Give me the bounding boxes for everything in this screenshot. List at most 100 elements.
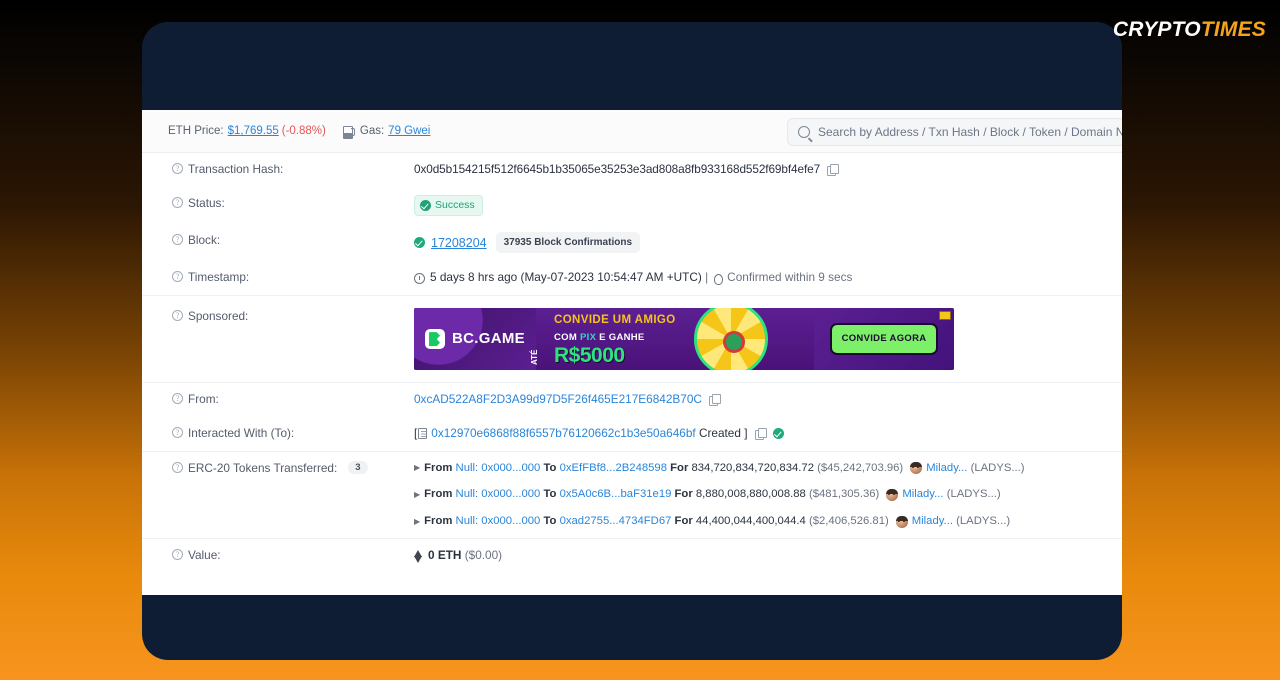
ad-subline-post: E GANHE: [596, 331, 645, 343]
row-timestamp: ? Timestamp: 5 days 8 hrs ago (May-07-20…: [142, 261, 1122, 297]
value-transaction-hash: 0x0d5b154215f512f6645b1b35065e35253e3ad8…: [414, 161, 840, 179]
transfer-amount: 834,720,834,720,834.72: [691, 461, 814, 474]
erc20-count-badge: 3: [348, 460, 368, 474]
ad-subline: COM PIX E GANHE: [554, 331, 814, 345]
expand-caret-icon[interactable]: ▶: [414, 462, 420, 474]
label-sponsored: ? Sponsored:: [172, 308, 414, 323]
ad-cta-button[interactable]: CONVIDE AGORA: [829, 323, 939, 356]
ad-ate-text: ATÉ: [530, 349, 539, 366]
eth-price-value[interactable]: $1,769.55: [228, 125, 279, 137]
block-confirmations-badge: 37935 Block Confirmations: [495, 232, 640, 254]
row-transaction-hash: ? Transaction Hash: 0x0d5b154215f512f664…: [142, 153, 1122, 187]
to-label: To: [543, 515, 557, 528]
row-status: ? Status: Success: [142, 187, 1122, 225]
help-icon[interactable]: ?: [172, 163, 183, 174]
clock-icon: [414, 272, 425, 284]
block-number-link[interactable]: 17208204: [431, 234, 487, 253]
eth-usd-value: ($0.00): [464, 548, 503, 563]
expand-caret-icon[interactable]: ▶: [414, 489, 420, 501]
to-label: To: [543, 461, 557, 474]
label-text: ERC-20 Tokens Transferred:: [188, 460, 338, 475]
check-circle-icon: [414, 237, 425, 249]
label-block: ? Block:: [172, 232, 414, 247]
logo-times-text: TIMES: [1200, 18, 1266, 41]
search-box[interactable]: [787, 118, 1122, 146]
milady-token-icon: [886, 488, 899, 501]
for-label: For: [674, 488, 693, 501]
eth-price-change: (-0.88%): [281, 125, 326, 137]
help-icon[interactable]: ?: [172, 310, 183, 322]
transfer-token-link[interactable]: Milady...: [902, 486, 943, 503]
browser-window-card: ETH Price: $1,769.55 (-0.88%) Gas: 79 Gw…: [142, 22, 1122, 660]
help-icon[interactable]: ?: [172, 234, 183, 246]
transaction-details: ? Transaction Hash: 0x0d5b154215f512f664…: [142, 153, 1122, 573]
value-block: 17208204 37935 Block Confirmations: [414, 232, 640, 254]
eth-amount-text: 0 ETH: [428, 548, 462, 563]
row-block: ? Block: 17208204 37935 Block Confirmati…: [142, 224, 1122, 261]
row-from: ? From: 0xcAD522A8F2D3A99d97D5F26f465E21…: [142, 383, 1122, 417]
to-label: To: [543, 488, 557, 501]
hourglass-icon: [713, 273, 724, 285]
transfer-from-link[interactable]: Null: 0x000...000: [456, 486, 541, 503]
check-circle-icon: [420, 200, 431, 212]
transfer-token-symbol: (LADYS...): [946, 488, 1001, 501]
verified-check-icon: [772, 428, 784, 440]
label-text: From:: [188, 392, 219, 407]
ad-cta-block: CONVIDE AGORA: [814, 308, 954, 371]
from-address-link[interactable]: 0xcAD522A8F2D3A99d97D5F26f465E217E6842B7…: [414, 391, 702, 409]
value-from: 0xcAD522A8F2D3A99d97D5F26f465E217E6842B7…: [414, 391, 721, 409]
label-from: ? From:: [172, 391, 414, 406]
to-contract-address-link[interactable]: 0x12970e6868f88f6557b76120662c1b3e50a646…: [431, 425, 695, 443]
ad-prize-wheel-icon: [694, 308, 768, 371]
help-icon[interactable]: ?: [172, 426, 183, 438]
transfer-to-link[interactable]: 0xEfFBf8...2B248598: [560, 460, 667, 477]
confirmed-within-text: Confirmed within 9 secs: [727, 270, 853, 285]
ad-brand-name: BC.GAME: [452, 329, 525, 347]
help-icon[interactable]: ?: [172, 196, 183, 208]
ad-pix-text: PIX: [580, 331, 597, 343]
gas-label: Gas:: [359, 125, 385, 137]
search-input[interactable]: [818, 125, 1122, 139]
transfer-usd-value: ($2,406,526.81): [808, 515, 889, 528]
gas-value[interactable]: 79 Gwei: [388, 125, 430, 137]
transfer-amount: 8,880,008,880,008.88: [695, 488, 806, 501]
erc20-transfer-row: ▶ From Null: 0x000...000 To 0xad2755...4…: [414, 513, 1025, 530]
ad-close-icon[interactable]: [939, 311, 951, 321]
label-text: Block:: [188, 233, 221, 248]
transfer-token-link[interactable]: Milady...: [912, 513, 953, 530]
copy-icon[interactable]: [754, 428, 767, 441]
transfer-token-link[interactable]: Milady...: [926, 460, 967, 477]
etherscan-header: ETH Price: $1,769.55 (-0.88%) Gas: 79 Gw…: [142, 110, 1122, 153]
row-erc20-transfers: ? ERC-20 Tokens Transferred: 3 ▶ From Nu…: [142, 452, 1122, 540]
label-text: Status:: [188, 195, 225, 210]
label-text: Interacted With (To):: [188, 425, 295, 440]
transfer-usd-value: ($45,242,703.96): [817, 461, 904, 474]
transfer-to-link[interactable]: 0xad2755...4734FD67: [560, 513, 672, 530]
erc20-transfer-row: ▶ From Null: 0x000...000 To 0xEfFBf8...2…: [414, 460, 1025, 477]
etherscan-page: ETH Price: $1,769.55 (-0.88%) Gas: 79 Gw…: [142, 110, 1122, 595]
sponsored-ad-banner[interactable]: BC.GAME ATÉ CONVIDE UM AMIGO COM PIX E G…: [414, 308, 954, 371]
transfer-token-symbol: (LADYS...): [956, 515, 1011, 528]
transfer-from-link[interactable]: Null: 0x000...000: [456, 513, 541, 530]
help-icon[interactable]: ?: [172, 393, 183, 405]
ad-headline: CONVIDE UM AMIGO: [554, 314, 676, 327]
help-icon[interactable]: ?: [172, 271, 183, 283]
help-icon[interactable]: ?: [172, 461, 183, 473]
transfer-from-link[interactable]: Null: 0x000...000: [456, 460, 541, 477]
milady-token-icon: [895, 515, 908, 528]
ad-amount: R$5000: [554, 343, 625, 367]
for-label: For: [674, 515, 693, 528]
transaction-hash-value: 0x0d5b154215f512f6645b1b35065e35253e3ad8…: [414, 162, 821, 176]
erc20-transfer-row: ▶ From Null: 0x000...000 To 0x5A0c6B...b…: [414, 486, 1025, 503]
copy-icon[interactable]: [708, 394, 721, 407]
value-erc20-transfers: ▶ From Null: 0x000...000 To 0xEfFBf8...2…: [414, 460, 1025, 531]
transfer-to-link[interactable]: 0x5A0c6B...baF31e19: [560, 486, 672, 503]
for-label: For: [670, 461, 689, 474]
expand-caret-icon[interactable]: ▶: [414, 516, 420, 528]
timestamp-absolute: (May-07-2023 10:54:47 AM +UTC): [520, 270, 702, 285]
copy-icon[interactable]: [827, 164, 840, 177]
ad-subline-pre: COM: [554, 331, 581, 343]
help-icon[interactable]: ?: [172, 549, 183, 561]
eth-price-label: ETH Price:: [168, 125, 224, 137]
bc-game-logo-icon: [425, 329, 446, 350]
